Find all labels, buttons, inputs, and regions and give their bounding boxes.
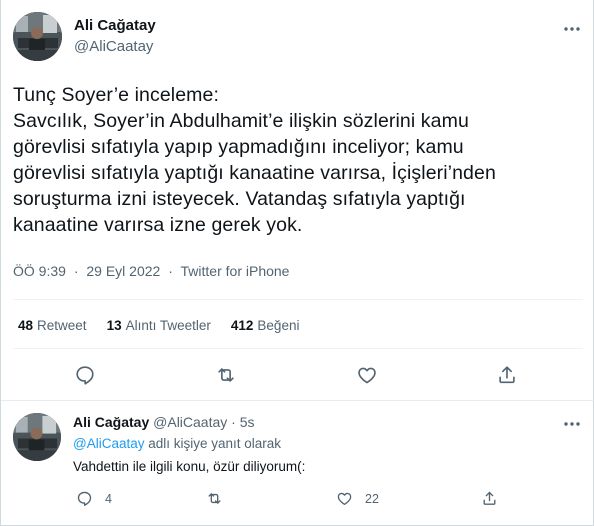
- reply-icon: [76, 366, 94, 385]
- like-button[interactable]: [356, 364, 378, 386]
- reply-reply-count: 4: [105, 491, 112, 506]
- tweet-date[interactable]: 29 Eyl 2022: [86, 263, 160, 279]
- avatar-image: [13, 413, 61, 461]
- meta-separator: ·: [168, 263, 173, 279]
- reply-separator: ·: [231, 414, 236, 430]
- like-icon: [358, 367, 376, 384]
- reply-text: Vahdettin ile ilgili konu, özür diliyoru…: [73, 459, 306, 474]
- likes-count: 412: [230, 318, 254, 333]
- more-options-button[interactable]: [561, 22, 583, 36]
- reply-like-count: 22: [365, 491, 379, 506]
- tweet-text: Tunç Soyer’e inceleme: Savcılık, Soyer’i…: [13, 82, 573, 238]
- divider: [13, 299, 583, 300]
- likes-stat[interactable]: 412 Beğeni: [231, 318, 300, 333]
- retweet-button[interactable]: [215, 364, 237, 386]
- tweet-card: Ali Cağatay @AliCaatay Tunç Soyer’e ince…: [0, 0, 594, 526]
- tweet-time[interactable]: ÖÖ 9:39: [13, 263, 66, 279]
- reply-author-name[interactable]: Ali Cağatay: [73, 414, 149, 430]
- share-icon: [483, 491, 496, 505]
- tweet-line: soruşturma izni isteyecek. Vatandaş sıfa…: [13, 188, 466, 210]
- divider: [13, 348, 583, 349]
- reply-age[interactable]: 5s: [240, 414, 255, 430]
- tweet-source[interactable]: Twitter for iPhone: [181, 263, 290, 279]
- replying-to: @AliCaatay adlı kişiye yanıt olarak: [73, 436, 281, 451]
- reply-like-button[interactable]: 22: [336, 490, 379, 507]
- reply-button[interactable]: [74, 364, 96, 386]
- like-icon: [337, 492, 352, 505]
- divider: [1, 400, 594, 401]
- reply-more-options-button[interactable]: [561, 417, 583, 431]
- retweet-icon: [218, 368, 234, 382]
- avatar-image: [13, 12, 62, 61]
- reply-share-button[interactable]: [481, 490, 498, 507]
- share-icon: [499, 366, 515, 384]
- reply-to-mention[interactable]: @AliCaatay: [73, 436, 144, 451]
- reply-icon: [77, 491, 92, 506]
- retweets-stat[interactable]: 48 Retweet: [18, 318, 87, 333]
- retweets-label: Retweet: [37, 318, 87, 333]
- reply-reply-button[interactable]: 4: [76, 490, 112, 507]
- tweet-line: görevlisi sıfatıyla yapıp yapmadığını in…: [13, 136, 464, 158]
- reply-author-avatar[interactable]: [13, 413, 61, 461]
- author-avatar[interactable]: [13, 12, 62, 61]
- quotes-stat[interactable]: 13 Alıntı Tweetler: [107, 318, 211, 333]
- author-name[interactable]: Ali Cağatay: [74, 17, 156, 34]
- reply-header: Ali Cağatay @AliCaatay · 5s: [73, 414, 255, 430]
- tweet-meta: ÖÖ 9:39 · 29 Eyl 2022 · Twitter for iPho…: [13, 263, 289, 279]
- more-dots-icon: [564, 27, 580, 31]
- tweet-line: kanaatine varırsa izne gerek yok.: [13, 214, 303, 236]
- share-button[interactable]: [496, 364, 518, 386]
- meta-separator: ·: [73, 263, 79, 279]
- retweet-icon: [208, 493, 221, 504]
- reply-to-suffix: adlı kişiye yanıt olarak: [144, 436, 282, 451]
- reply-author-handle[interactable]: @AliCaatay: [153, 414, 227, 430]
- tweet-line: görevlisi sıfatıyla yaptığı kanaatine va…: [13, 162, 496, 184]
- reply-retweet-button[interactable]: [206, 490, 223, 507]
- author-handle[interactable]: @AliCaatay: [74, 38, 153, 55]
- more-dots-icon: [564, 422, 580, 426]
- retweets-count: 48: [18, 318, 34, 333]
- tweet-stats: 48 Retweet 13 Alıntı Tweetler 412 Beğeni: [18, 318, 319, 333]
- quotes-count: 13: [106, 318, 122, 333]
- likes-label: Beğeni: [257, 318, 300, 333]
- tweet-line: Savcılık, Soyer’in Abdulhamit’e ilişkin …: [13, 110, 469, 132]
- tweet-line: Tunç Soyer’e inceleme:: [13, 84, 219, 106]
- quotes-label: Alıntı Tweetler: [125, 318, 211, 333]
